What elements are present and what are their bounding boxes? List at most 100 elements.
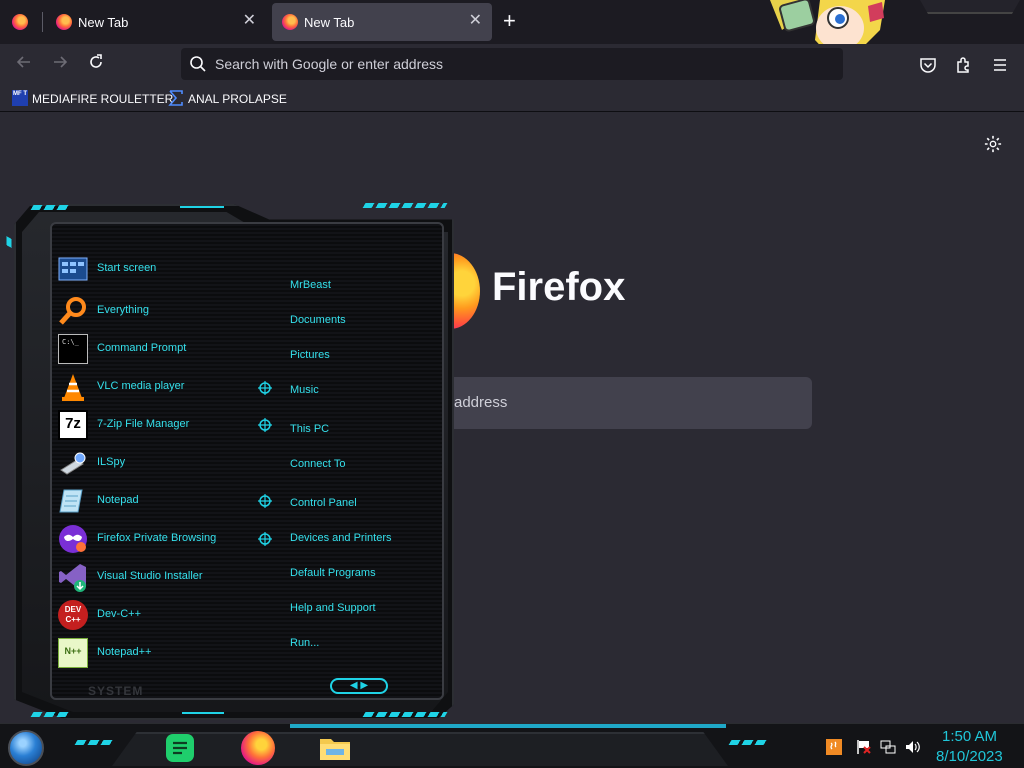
private-browsing-icon (59, 525, 87, 553)
program-label: Firefox Private Browsing (97, 532, 217, 544)
place-label: This PC (290, 423, 330, 435)
tab-new-tab-1[interactable]: New Tab ✕ (46, 3, 266, 41)
navigation-toolbar (0, 44, 1024, 86)
close-tab-icon[interactable]: ✕ (243, 12, 256, 30)
place-music[interactable]: Music (290, 380, 440, 400)
program-dev-cpp[interactable]: DEV C++ Dev-C++ (58, 598, 248, 632)
program-everything[interactable]: Everything (58, 294, 248, 328)
tab-label: New Tab (304, 15, 355, 30)
program-notepad[interactable]: Notepad (58, 484, 248, 518)
app-menu-button[interactable] (990, 55, 1010, 75)
action-center-flag-icon[interactable] (856, 739, 872, 755)
place-mrbeast[interactable]: MrBeast (290, 275, 440, 295)
submenu-crosshair-icon[interactable] (258, 418, 272, 432)
accent-bar (74, 740, 114, 745)
place-label: Pictures (290, 349, 330, 361)
program-notepad-plus-plus[interactable]: N++ Notepad++ (58, 636, 248, 670)
place-label: Devices and Printers (290, 532, 392, 544)
devcpp-icon: DEV C++ (58, 600, 88, 630)
network-icon[interactable] (880, 739, 896, 755)
newtab-search-placeholder: address (454, 394, 508, 411)
program-label: VLC media player (97, 380, 185, 392)
volume-icon[interactable] (905, 739, 921, 755)
taskbar-accent-strip (290, 724, 726, 728)
bookmark-label: ANAL PROLAPSE (188, 92, 287, 106)
place-label: Run... (290, 637, 320, 649)
program-visual-studio-installer[interactable]: Visual Studio Installer (58, 560, 248, 594)
place-run[interactable]: Run... (290, 633, 440, 653)
new-tab-button[interactable]: + (503, 9, 516, 33)
firefox-icon (282, 14, 298, 30)
pocket-icon (920, 58, 936, 73)
java-icon[interactable] (826, 739, 842, 755)
vs-installer-icon (59, 564, 86, 592)
submenu-crosshair-icon[interactable] (258, 494, 272, 508)
place-control-panel[interactable]: Control Panel (290, 493, 440, 513)
accent-bar (362, 203, 448, 208)
gear-icon[interactable] (984, 135, 1002, 153)
firefox-view-icon[interactable] (12, 14, 28, 30)
place-connect-to[interactable]: Connect To (290, 454, 440, 474)
reload-icon (90, 54, 102, 68)
program-label: 7-Zip File Manager (97, 418, 190, 430)
taskbar: 1:50 AM 8/10/2023 (0, 723, 1024, 768)
shutdown-options-button[interactable]: ◀ ▶ (330, 678, 388, 694)
notepadpp-icon: N++ (58, 638, 88, 668)
file-explorer-icon[interactable] (318, 731, 352, 765)
cmd-icon-text: C:\_ (62, 338, 79, 346)
sigma-icon (168, 90, 183, 106)
tab-divider (42, 12, 43, 32)
accent-bar (728, 740, 768, 745)
chevron-right-icon: ▶ (360, 680, 369, 691)
puzzle-piece-icon (957, 57, 969, 73)
program-label: Start screen (97, 262, 157, 274)
place-label: Default Programs (290, 567, 376, 579)
place-devices-and-printers[interactable]: Devices and Printers (290, 528, 440, 548)
7zip-icon-text: 7z (65, 415, 81, 432)
search-icon (190, 56, 206, 72)
bookmark-mediafire-rouletter[interactable]: MF T MEDIAFIRE ROULETTER (12, 90, 173, 108)
clock-time[interactable]: 1:50 AM (942, 728, 997, 745)
window-frame-decoration (920, 0, 1020, 14)
reload-button[interactable] (82, 53, 110, 77)
place-help-and-support[interactable]: Help and Support (290, 598, 440, 618)
submenu-crosshair-icon[interactable] (258, 532, 272, 546)
pocket-button[interactable] (918, 55, 938, 75)
start-orb-button[interactable] (8, 730, 44, 766)
clock-date[interactable]: 8/10/2023 (936, 748, 1003, 765)
program-start-screen[interactable]: Start screen (58, 252, 248, 286)
program-command-prompt[interactable]: C:\_ Command Prompt (58, 332, 248, 366)
tab-bar: New Tab ✕ New Tab ✕ + (0, 0, 1024, 56)
tab-new-tab-2[interactable]: New Tab ✕ (272, 3, 492, 41)
7zip-icon: 7z (58, 410, 88, 440)
program-label: Command Prompt (97, 342, 187, 354)
program-vlc[interactable]: VLC media player (58, 370, 248, 404)
address-bar[interactable] (181, 48, 843, 80)
program-label: Everything (97, 304, 149, 316)
place-this-pc[interactable]: This PC (290, 419, 440, 439)
accent-bar (6, 236, 12, 249)
newtab-search-box[interactable]: address (420, 377, 812, 429)
cmd-icon: C:\_ (58, 334, 88, 364)
back-button[interactable] (10, 53, 38, 77)
place-pictures[interactable]: Pictures (290, 345, 440, 365)
place-label: Help and Support (290, 602, 376, 614)
place-default-programs[interactable]: Default Programs (290, 563, 440, 583)
program-firefox-private-browsing[interactable]: Firefox Private Browsing (58, 522, 248, 556)
program-7zip[interactable]: 7z 7-Zip File Manager (58, 408, 248, 442)
forward-button[interactable] (46, 53, 74, 77)
close-tab-icon[interactable]: ✕ (469, 12, 482, 30)
extensions-button[interactable] (954, 55, 974, 75)
program-ilspy[interactable]: ILSpy (58, 446, 248, 480)
submenu-crosshair-icon[interactable] (258, 381, 272, 395)
firefox-icon[interactable] (241, 731, 275, 765)
notes-icon[interactable] (163, 731, 197, 765)
notepad-icon (59, 489, 83, 513)
bookmarks-toolbar: MF T MEDIAFIRE ROULETTER ANAL PROLAPSE (0, 86, 1024, 112)
mediafire-icon: MF T (12, 90, 28, 106)
magnifier-icon (59, 297, 86, 325)
accent-line (180, 206, 224, 208)
place-documents[interactable]: Documents (290, 310, 440, 330)
url-input[interactable] (215, 48, 815, 80)
bookmark-anal-prolapse[interactable]: ANAL PROLAPSE (168, 90, 288, 108)
